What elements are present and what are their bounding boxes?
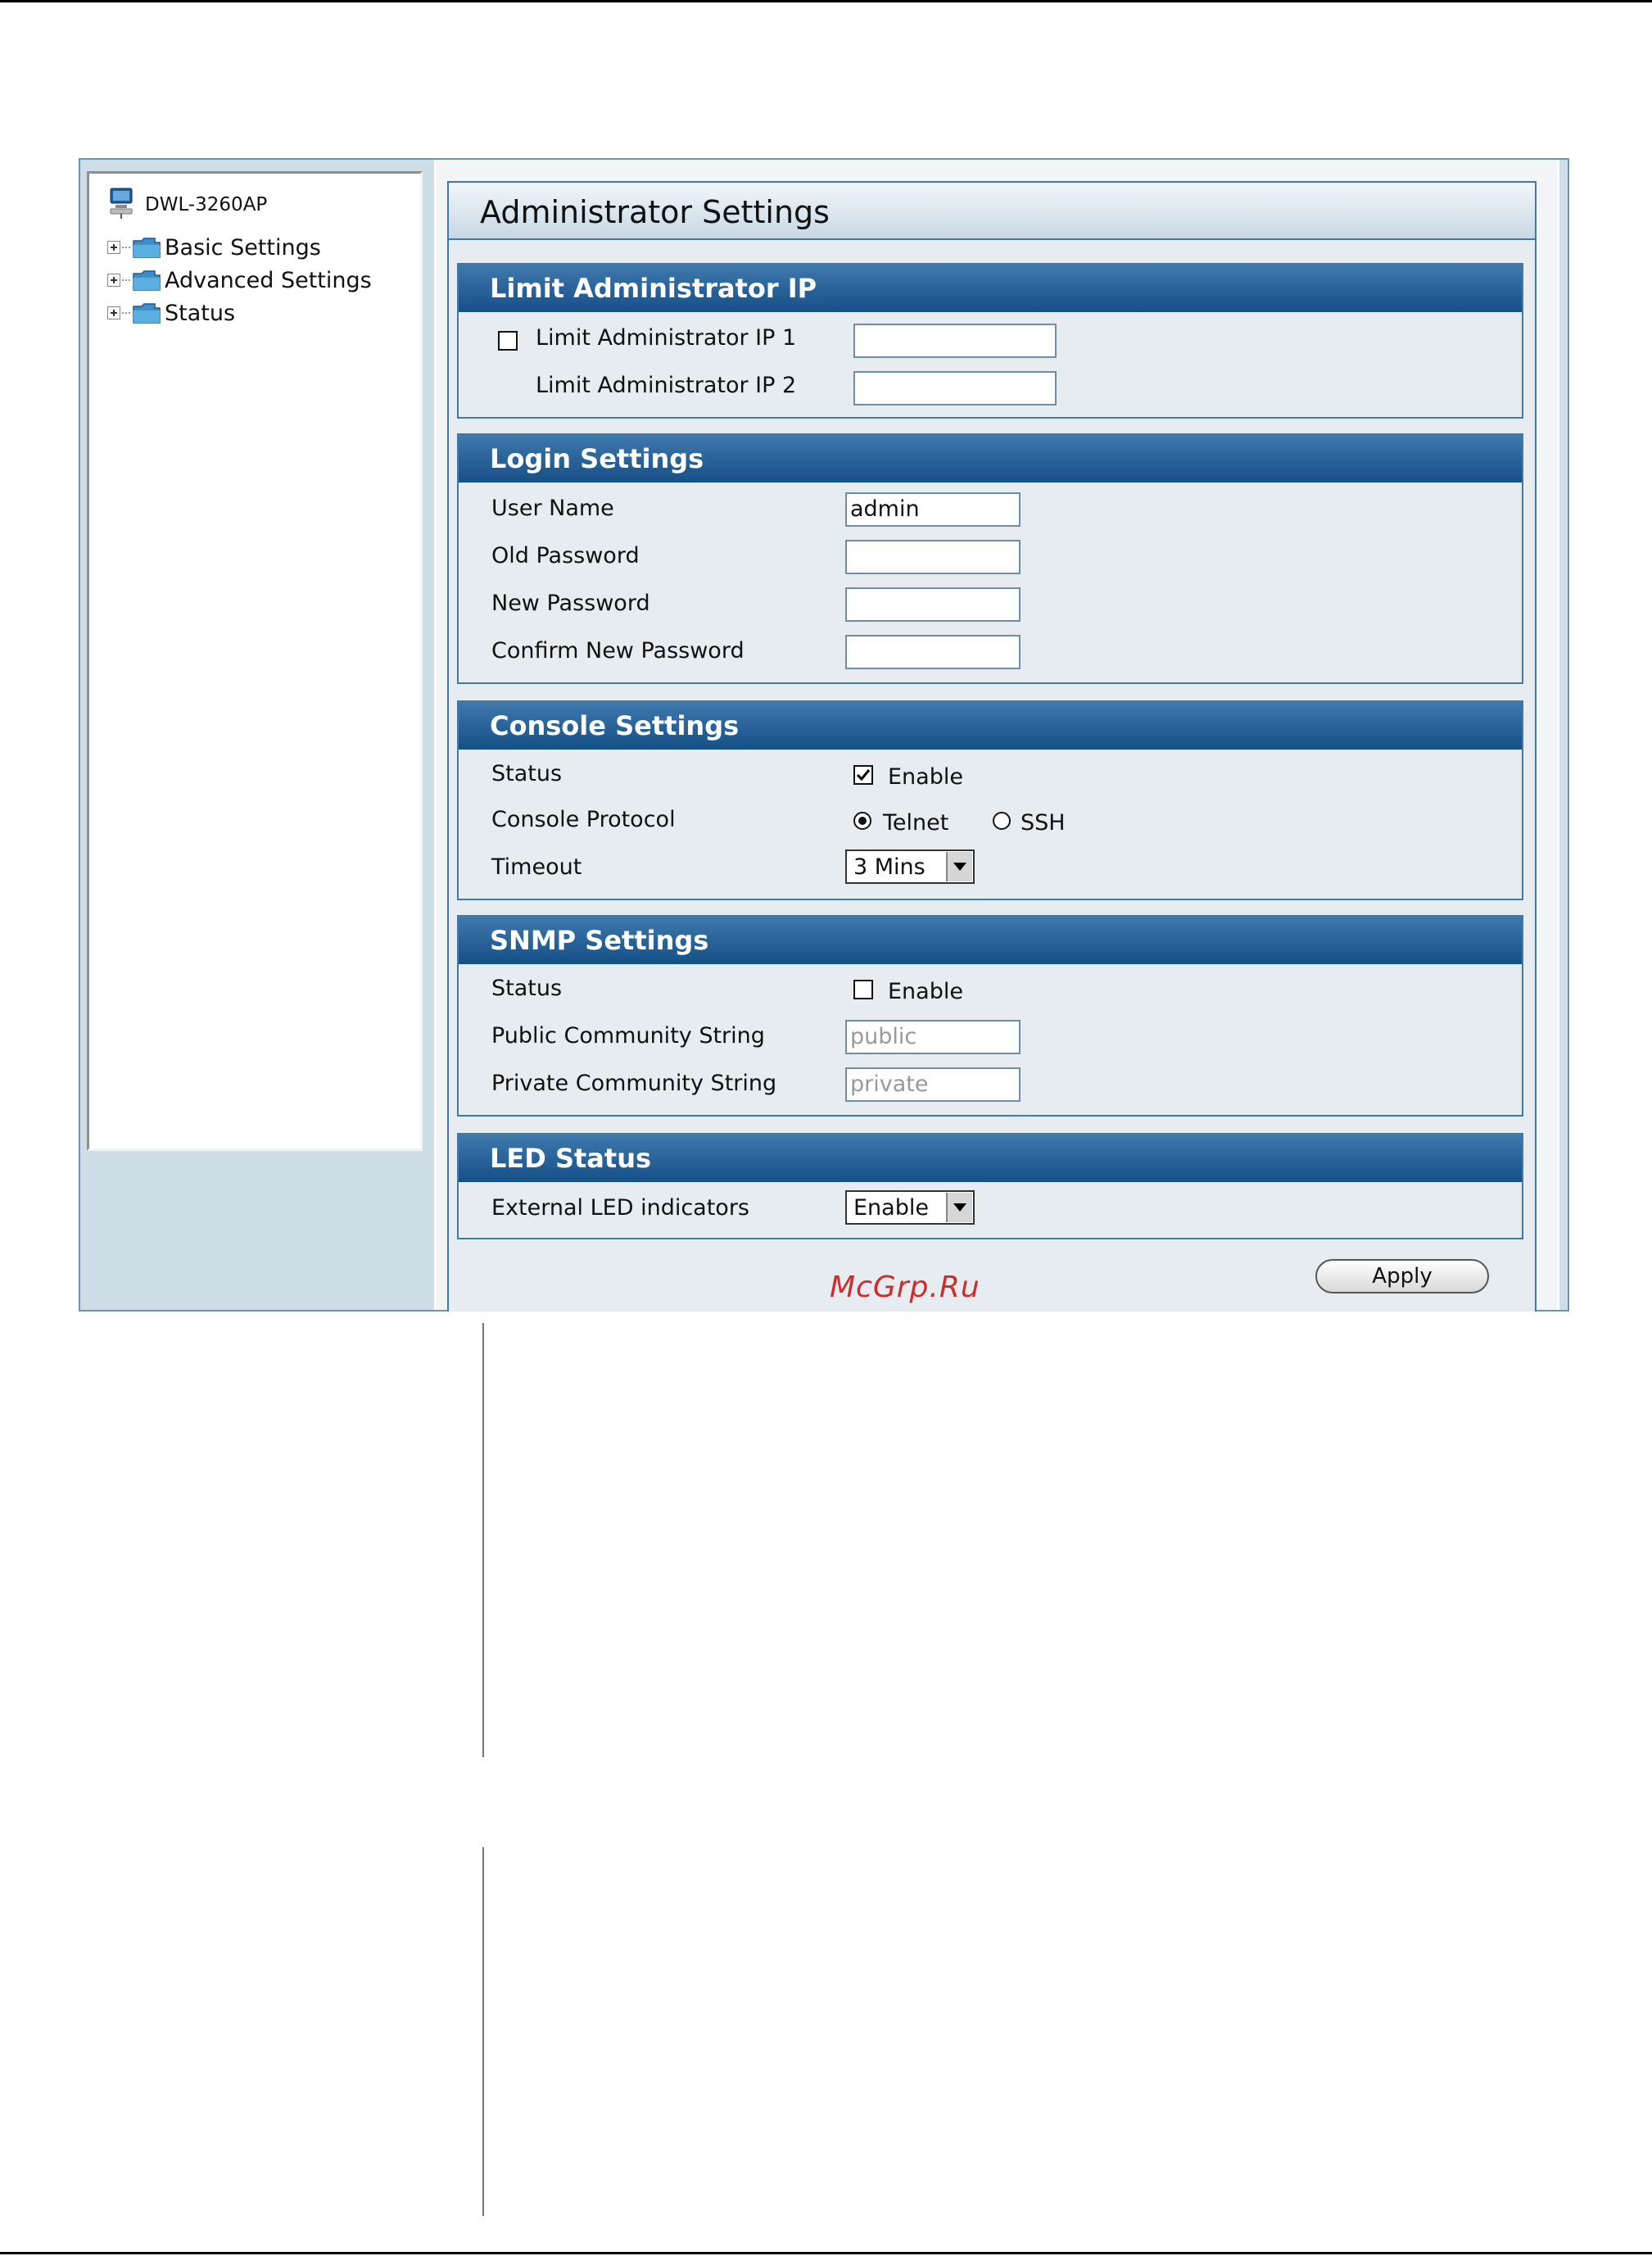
- user-name-label: User Name: [491, 496, 614, 521]
- old-password-input[interactable]: [845, 540, 1021, 574]
- apply-button[interactable]: Apply: [1315, 1259, 1489, 1293]
- section-snmp-settings: SNMP Settings Status Enable Public Commu…: [457, 915, 1523, 1117]
- limit-ip1-input[interactable]: [853, 324, 1057, 358]
- page-top-rule: [0, 0, 1652, 2]
- snmp-status-label: Status: [491, 976, 563, 1001]
- computer-icon: [107, 187, 137, 223]
- tree-root-device[interactable]: DWL-3260AP: [107, 187, 268, 223]
- folder-icon: [132, 301, 161, 324]
- tree-connector: [122, 247, 130, 248]
- tree-root-label: DWL-3260AP: [145, 194, 268, 215]
- page-title-bar: Administrator Settings: [449, 183, 1535, 240]
- section-title: Login Settings: [490, 443, 704, 474]
- snmp-enable-checkbox[interactable]: [853, 980, 873, 999]
- section-console-settings: Console Settings Status Enable Console P…: [457, 700, 1523, 900]
- folder-icon: [132, 269, 161, 292]
- section-title: Limit Administrator IP: [490, 273, 817, 304]
- tree-item-advanced-settings[interactable]: Advanced Settings: [107, 265, 372, 295]
- expand-plus-icon[interactable]: [107, 274, 120, 287]
- margin-divider-line: [482, 1847, 484, 2216]
- protocol-telnet-label: Telnet: [883, 810, 949, 836]
- console-enable-checkbox[interactable]: [853, 765, 873, 785]
- section-title: SNMP Settings: [490, 925, 709, 956]
- tree-item-label: Status: [165, 300, 236, 326]
- protocol-ssh-radio[interactable]: [993, 812, 1011, 830]
- section-title: LED Status: [490, 1143, 652, 1174]
- tree-connector: [122, 279, 130, 281]
- private-community-input[interactable]: private: [845, 1067, 1021, 1102]
- timeout-value: 3 Mins: [853, 854, 926, 880]
- dropdown-arrow-icon[interactable]: [946, 852, 972, 881]
- public-community-input[interactable]: public: [845, 1020, 1021, 1054]
- section-header: Login Settings: [459, 435, 1522, 482]
- dropdown-arrow-icon[interactable]: [946, 1193, 972, 1222]
- admin-ui-screenshot: DWL-3260AP Basic Settings Advanced Setti…: [79, 158, 1569, 1311]
- limit-ip2-label: Limit Administrator IP 2: [536, 373, 797, 398]
- new-password-label: New Password: [491, 591, 650, 616]
- console-protocol-label: Console Protocol: [491, 807, 676, 832]
- margin-divider-line: [482, 1323, 484, 1757]
- tree-connector: [122, 312, 130, 314]
- section-title: Console Settings: [490, 710, 740, 741]
- watermark-text: McGrp.Ru: [830, 1271, 980, 1304]
- page-bottom-rule: [0, 2252, 1652, 2254]
- protocol-telnet-radio[interactable]: [853, 812, 871, 830]
- new-password-input[interactable]: [845, 587, 1021, 622]
- section-header: LED Status: [459, 1135, 1522, 1182]
- expand-plus-icon[interactable]: [107, 241, 120, 254]
- tree-item-status[interactable]: Status: [107, 298, 235, 328]
- external-led-value: Enable: [853, 1195, 929, 1221]
- page-title: Administrator Settings: [480, 194, 830, 230]
- timeout-label: Timeout: [491, 854, 582, 880]
- timeout-select[interactable]: 3 Mins: [845, 849, 975, 884]
- confirm-password-label: Confirm New Password: [491, 638, 745, 664]
- confirm-password-input[interactable]: [845, 635, 1021, 669]
- console-enable-label: Enable: [888, 764, 963, 790]
- section-header: SNMP Settings: [459, 917, 1522, 964]
- protocol-ssh-label: SSH: [1021, 810, 1066, 836]
- console-status-label: Status: [491, 761, 563, 786]
- tree-item-basic-settings[interactable]: Basic Settings: [107, 233, 321, 262]
- tree-item-label: Basic Settings: [165, 234, 321, 260]
- checkmark-icon: [856, 769, 871, 781]
- section-limit-admin-ip: Limit Administrator IP Limit Administrat…: [457, 263, 1523, 419]
- limit-ip1-label: Limit Administrator IP 1: [536, 325, 797, 351]
- section-led-status: LED Status External LED indicators Enabl…: [457, 1133, 1523, 1239]
- limit-ip2-input[interactable]: [853, 371, 1057, 405]
- user-name-input[interactable]: admin: [845, 492, 1021, 527]
- public-community-label: Public Community String: [491, 1023, 765, 1049]
- section-login-settings: Login Settings User Name admin Old Passw…: [457, 433, 1523, 684]
- navigation-tree: DWL-3260AP Basic Settings Advanced Setti…: [87, 171, 423, 1151]
- old-password-label: Old Password: [491, 543, 640, 569]
- tree-item-label: Advanced Settings: [165, 267, 372, 293]
- section-header: Console Settings: [459, 702, 1522, 750]
- folder-icon: [132, 236, 161, 259]
- snmp-enable-label: Enable: [888, 979, 963, 1004]
- private-community-label: Private Community String: [491, 1071, 777, 1096]
- expand-plus-icon[interactable]: [107, 306, 120, 319]
- settings-panel: Administrator Settings Limit Administrat…: [447, 181, 1537, 1311]
- external-led-select[interactable]: Enable: [845, 1190, 975, 1225]
- section-header: Limit Administrator IP: [459, 265, 1522, 312]
- external-led-label: External LED indicators: [491, 1195, 749, 1221]
- limit-ip1-checkbox[interactable]: [498, 331, 518, 351]
